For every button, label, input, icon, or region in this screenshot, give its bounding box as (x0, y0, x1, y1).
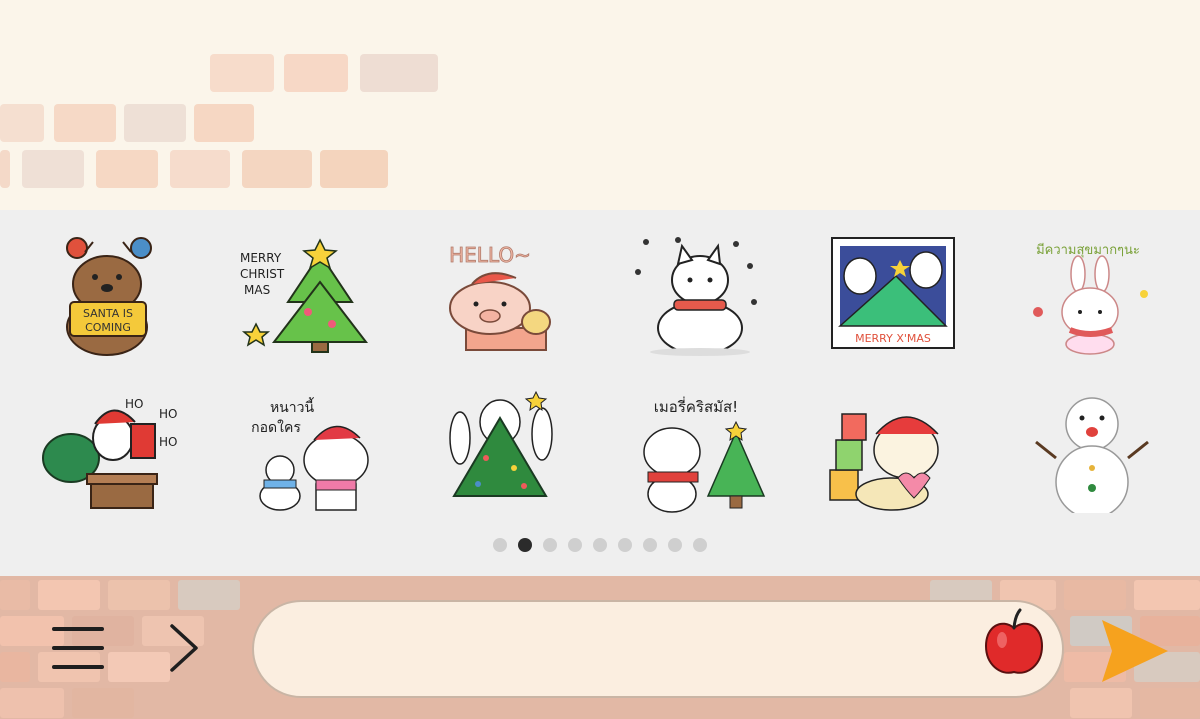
page-dot-active[interactable] (518, 538, 532, 552)
chevron-right-icon[interactable] (166, 622, 202, 674)
bear-gifts-sticker[interactable] (820, 388, 970, 513)
svg-text:COMING: COMING (85, 321, 131, 334)
wall-brick (1064, 580, 1126, 610)
wall-brick (320, 150, 388, 188)
svg-text:SANTA IS: SANTA IS (83, 307, 133, 320)
puppy-tree-thai-sticker[interactable]: เมอรี่คริสมัส! (624, 388, 774, 513)
page-dot[interactable] (693, 538, 707, 552)
wall-brick (194, 104, 254, 142)
svg-text:มีความสุขมากๆนะ: มีความสุขมากๆนะ (1036, 242, 1140, 258)
send-arrow-icon[interactable] (1098, 618, 1170, 684)
wall-brick (22, 150, 84, 188)
svg-text:MERRY X'MAS: MERRY X'MAS (855, 332, 931, 345)
svg-text:HO: HO (125, 397, 143, 411)
wall-brick (1070, 688, 1132, 718)
page-dot[interactable] (618, 538, 632, 552)
svg-text:MERRY: MERRY (240, 251, 282, 265)
santa-chimney-sticker[interactable]: HO HO HO (35, 388, 185, 513)
cold-hug-sticker[interactable]: หนาวนี้ กอดใคร (232, 388, 382, 513)
svg-text:เมอรี่คริสมัส!: เมอรี่คริสมัส! (654, 396, 738, 416)
svg-text:หนาวนี้: หนาวนี้ (270, 397, 315, 416)
snowman-sticker[interactable] (1016, 388, 1166, 513)
wall-brick (210, 54, 274, 92)
penguins-frame-sticker[interactable]: MERRY X'MAS (820, 232, 970, 357)
sticker-panel: SANTA IS COMING MERRY CHRIST MAS HELLO~ (0, 210, 1200, 576)
svg-text:กอดใคร: กอดใคร (251, 419, 301, 436)
apple-sticker-icon[interactable] (982, 606, 1046, 678)
christmas-tree-sticker[interactable]: MERRY CHRIST MAS (232, 232, 382, 357)
snow-cat-sticker[interactable] (624, 232, 774, 357)
svg-text:CHRIST: CHRIST (240, 267, 285, 281)
wall-brick (108, 652, 170, 682)
svg-text:HO: HO (159, 407, 177, 421)
bird-tree-costume-sticker[interactable] (428, 388, 578, 513)
wall-brick (0, 104, 44, 142)
hamburger-menu-icon[interactable] (50, 625, 106, 671)
wall-brick (0, 652, 30, 682)
wall-brick (360, 54, 438, 92)
svg-text:HELLO~: HELLO~ (449, 243, 531, 267)
bunny-thai-sticker[interactable]: มีความสุขมากๆนะ (1016, 232, 1166, 357)
wall-brick (124, 104, 186, 142)
wall-brick (72, 688, 134, 718)
svg-text:MAS: MAS (244, 283, 270, 297)
wall-brick (0, 150, 10, 188)
message-input-container (252, 600, 1064, 698)
wall-brick (1134, 580, 1200, 610)
pig-chimney-sticker[interactable]: HELLO~ (428, 232, 578, 357)
wall-brick (0, 688, 64, 718)
wall-brick (108, 580, 170, 610)
page-dot[interactable] (493, 538, 507, 552)
page-dot[interactable] (568, 538, 582, 552)
wall-brick (242, 150, 312, 188)
wall-brick (178, 580, 240, 610)
page-dot[interactable] (643, 538, 657, 552)
wall-brick (170, 150, 230, 188)
top-wall-background (0, 0, 1200, 210)
wall-brick (1140, 688, 1200, 718)
wall-brick (284, 54, 348, 92)
svg-text:HO: HO (159, 435, 177, 449)
message-input[interactable] (284, 602, 978, 698)
wall-brick (0, 580, 30, 610)
page-dot[interactable] (593, 538, 607, 552)
wall-brick (96, 150, 158, 188)
page-dot[interactable] (543, 538, 557, 552)
page-dot[interactable] (668, 538, 682, 552)
sticker-page-indicator (0, 538, 1200, 556)
bear-reindeer-santa-sticker[interactable]: SANTA IS COMING (35, 232, 185, 357)
wall-brick (54, 104, 116, 142)
wall-brick (38, 580, 100, 610)
